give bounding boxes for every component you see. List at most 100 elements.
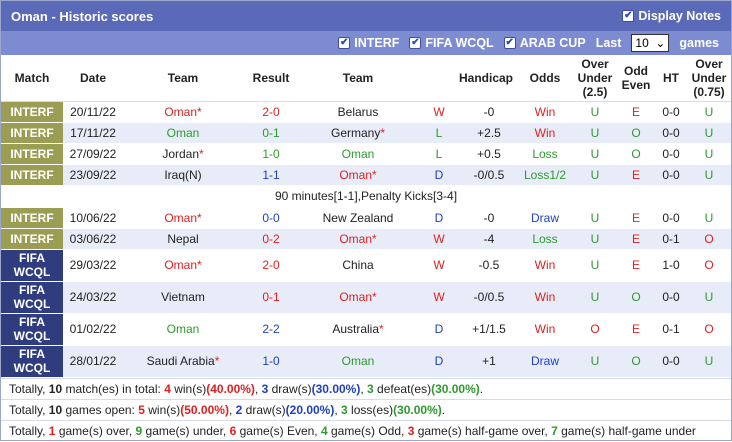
date-cell: 01/02/22 <box>63 313 123 346</box>
away-team-name: Oman <box>339 290 372 304</box>
away-team-cell[interactable]: Oman* <box>299 281 417 314</box>
display-notes-toggle[interactable]: ✔ Display Notes <box>622 9 721 23</box>
over-under-075-cell: O <box>687 313 732 346</box>
odds-result-cell: Loss1/2 <box>517 164 574 186</box>
home-team-cell[interactable]: Oman <box>123 122 243 144</box>
home-team-name: Oman <box>164 258 197 272</box>
home-team-cell[interactable]: Iraq(N) <box>123 164 243 186</box>
home-marker: * <box>380 125 386 140</box>
home-team-cell[interactable]: Saudi Arabia* <box>123 345 243 378</box>
away-team-cell[interactable]: Oman <box>299 143 417 165</box>
over-under-075-cell: U <box>687 281 732 314</box>
away-team-cell[interactable]: Oman* <box>299 228 417 250</box>
display-notes-label: Display Notes <box>638 9 721 23</box>
result-cell[interactable]: 2-0 <box>243 101 299 123</box>
result-cell[interactable]: 0-1 <box>243 281 299 314</box>
league-cell[interactable]: FIFA WCQL <box>1 313 63 346</box>
halftime-cell: 0-0 <box>655 122 688 144</box>
away-team-cell[interactable]: Australia* <box>299 313 417 346</box>
wdl-cell: L <box>417 143 461 165</box>
filter-arab-cup[interactable]: ✔ ARAB CUP <box>503 36 586 50</box>
halftime-cell: 1-0 <box>655 249 688 282</box>
odds-result-cell: Loss <box>517 143 574 165</box>
halftime-cell: 0-0 <box>655 345 688 378</box>
home-team-cell[interactable]: Nepal <box>123 228 243 250</box>
league-cell[interactable]: INTERF <box>1 101 63 123</box>
league-name: INTERF <box>10 146 54 161</box>
col-odd-even: Odd Even <box>617 55 656 102</box>
home-marker: * <box>372 290 377 304</box>
home-team-cell[interactable]: Jordan* <box>123 143 243 165</box>
odds-result-cell: Win <box>517 313 574 346</box>
odds-result-cell: Win <box>517 249 574 282</box>
league-cell[interactable]: INTERF <box>1 164 63 186</box>
league-cell[interactable]: INTERF <box>1 122 63 144</box>
away-team-cell[interactable]: Belarus <box>299 101 417 123</box>
last-games-select[interactable]: 10 ⌄ <box>631 34 670 52</box>
home-marker: * <box>199 146 204 161</box>
away-team-cell[interactable]: Oman* <box>299 164 417 186</box>
summary-handicap: Totally, 10 games open: 5 win(s)(50.00%)… <box>1 398 731 420</box>
home-team-name: Iraq(N) <box>164 167 202 182</box>
result-cell[interactable]: 0-1 <box>243 122 299 144</box>
checkbox-checked-icon[interactable]: ✔ <box>409 37 422 49</box>
home-team-cell[interactable]: Vietnam <box>123 281 243 314</box>
league-cell[interactable]: FIFA WCQL <box>1 281 63 314</box>
table-row: INTERF 03/06/22 Nepal 0-2 Oman* W -4 Loss U E 0-1 O <box>1 228 732 250</box>
league-cell[interactable]: FIFA WCQL <box>1 249 63 282</box>
scores-table: Match Date Team Result Team Handicap Odd… <box>1 55 732 378</box>
league-cell[interactable]: INTERF <box>1 143 63 165</box>
result-cell[interactable]: 1-0 <box>243 143 299 165</box>
result-cell[interactable]: 2-2 <box>243 313 299 346</box>
result-cell[interactable]: 0-2 <box>243 228 299 250</box>
home-team-cell[interactable]: Oman* <box>123 101 243 123</box>
date-cell: 20/11/22 <box>63 101 123 123</box>
result-cell[interactable]: 1-0 <box>243 345 299 378</box>
col-date: Date <box>63 55 123 102</box>
over-under-cell: U <box>573 122 618 144</box>
odds-result-cell: Draw <box>517 345 574 378</box>
checkbox-checked-icon[interactable]: ✔ <box>338 37 351 49</box>
odds-result-cell: Draw <box>517 207 574 229</box>
wdl-cell: L <box>417 122 461 144</box>
result-cell[interactable]: 1-1 <box>243 164 299 186</box>
filter-fifa-label: FIFA WCQL <box>425 36 494 50</box>
away-team-cell[interactable]: New Zealand <box>299 207 417 229</box>
home-marker: * <box>197 210 202 225</box>
away-team-name: Oman <box>341 354 375 368</box>
halftime-cell: 0-1 <box>655 313 688 346</box>
checkbox-checked-icon[interactable]: ✔ <box>622 10 635 22</box>
checkbox-checked-icon[interactable]: ✔ <box>503 37 516 49</box>
away-team-cell[interactable]: China <box>299 249 417 282</box>
last-label: Last <box>595 36 622 50</box>
wdl-cell: D <box>417 313 461 346</box>
away-team-cell[interactable]: Oman <box>299 345 417 378</box>
home-team-name: Jordan <box>162 146 200 161</box>
home-team-cell[interactable]: Oman <box>123 313 243 346</box>
league-name: FIFA <box>19 347 45 361</box>
league-cell[interactable]: FIFA WCQL <box>1 345 63 378</box>
away-team-name: China <box>342 258 374 272</box>
home-team-cell[interactable]: Oman* <box>123 207 243 229</box>
league-cell[interactable]: INTERF <box>1 228 63 250</box>
home-marker: * <box>372 167 377 182</box>
over-under-cell: U <box>573 249 618 282</box>
league-name-2: WCQL <box>13 329 51 343</box>
filter-fifa-wcql[interactable]: ✔ FIFA WCQL <box>409 36 494 50</box>
odds-result-cell: Loss <box>517 228 574 250</box>
handicap-cell: +1/1.5 <box>461 313 518 346</box>
result-cell[interactable]: 2-0 <box>243 249 299 282</box>
result-cell[interactable]: 0-0 <box>243 207 299 229</box>
home-team-name: Saudi Arabia <box>146 354 215 368</box>
home-team-cell[interactable]: Oman* <box>123 249 243 282</box>
table-row: FIFA WCQL 29/03/22 Oman* 2-0 China W -0.5 Win U E 1… <box>1 249 732 282</box>
odd-even-cell: O <box>617 345 656 378</box>
wdl-cell: W <box>417 281 461 314</box>
league-cell[interactable]: INTERF <box>1 207 63 229</box>
odd-even-cell: E <box>617 313 656 346</box>
halftime-cell: 0-1 <box>655 228 688 250</box>
away-team-cell[interactable]: Germany* <box>299 122 417 144</box>
handicap-cell: -0.5 <box>461 249 518 282</box>
filter-interf[interactable]: ✔ INTERF <box>338 36 399 50</box>
handicap-cell: +0.5 <box>461 143 518 165</box>
